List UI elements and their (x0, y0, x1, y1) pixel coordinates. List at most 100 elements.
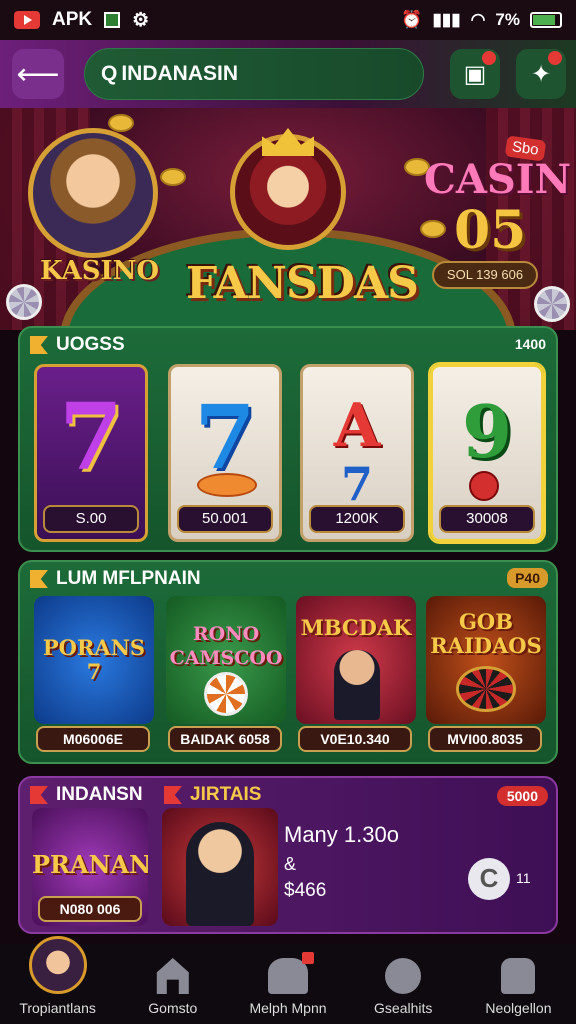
app-header: ⟵ Q INDANASIN ▣ ✦ (0, 40, 576, 108)
section-title-text: INDANSN (56, 784, 143, 805)
status-app-label: APK (52, 9, 93, 30)
notification-dot (548, 51, 562, 65)
flag-icon (30, 570, 48, 588)
section-title-text: UOGSS (56, 334, 125, 355)
status-bar: APK ⚙ ⏰ ▮▮▮ ◠ 7% (0, 0, 576, 40)
gift-button[interactable]: ✦ (516, 49, 566, 99)
promo-text-line3: $466 (284, 880, 327, 901)
nav-item-games[interactable]: Gomsto (115, 944, 230, 1024)
settings-icon: ⚙ (132, 9, 150, 31)
section-title: INDANSN (30, 784, 143, 806)
tile-price: MVI00.8035 (428, 726, 542, 752)
section-badge: 5000 (496, 786, 548, 806)
gear-icon (385, 958, 422, 994)
chat-icon: ▣ (463, 60, 487, 88)
search-icon: Q (101, 62, 118, 85)
reel-symbol: 7 (340, 457, 373, 511)
promo-section: INDANSN JIRTAIS 5000 PRANAN N080 006 Man… (18, 776, 558, 934)
poker-chip-icon (204, 672, 248, 716)
nav-icon-wrap (268, 952, 314, 994)
nav-item-profile[interactable]: Tropiantlans (0, 936, 115, 1024)
casino-logo: CASIN (424, 156, 572, 203)
chat-button[interactable]: ▣ (450, 49, 500, 99)
promo-text-line1: Many 1.30o (284, 822, 399, 847)
section-title: UOGSS (30, 334, 125, 356)
image-icon (104, 12, 121, 28)
section-subtitle: JIRTAIS (164, 784, 261, 806)
slot-reel[interactable]: 7 50.001 (168, 364, 282, 542)
slot-reel[interactable]: A 7 1200K (300, 364, 414, 542)
reel-price: 50.001 (177, 505, 273, 533)
back-arrow-icon: ⟵ (16, 57, 60, 91)
section-badge: P40 (507, 568, 548, 588)
section-badge: 1400 (514, 336, 546, 352)
reel-price: 1200K (309, 505, 405, 533)
slots-section: UOGSS 1400 7 S.00 7 50.001 A 7 1200K 9 3… (18, 326, 558, 552)
host-figure (186, 822, 254, 926)
game-tile[interactable]: PORANS 7 (34, 596, 154, 724)
character-figure (334, 650, 380, 720)
slot-reel[interactable]: 7 S.00 (34, 364, 148, 542)
nav-label: Tropiantlans (19, 1000, 96, 1016)
nav-item-notifications[interactable]: Neolgellon (461, 944, 576, 1024)
game-title: GOB RAIDAOS (430, 609, 542, 658)
notification-dot (482, 51, 496, 65)
section-title-text: LUM MFLPNAIN (56, 568, 201, 589)
reel-price: S.00 (43, 505, 139, 533)
flag-icon (30, 786, 48, 804)
section-subtitle-text: JIRTAIS (190, 784, 262, 805)
reel-symbol: 7 (58, 383, 123, 491)
game-tile[interactable]: GOB RAIDAOS (426, 596, 546, 724)
game-tile[interactable]: MBCDAK (296, 596, 416, 724)
avatar (28, 936, 87, 994)
coin-icon (160, 168, 186, 186)
battery-icon (530, 12, 562, 28)
game-title: PORANS 7 (42, 635, 146, 684)
flag-icon (164, 786, 182, 804)
promo-small-text: 11 (516, 870, 531, 886)
nav-label: Gsealhits (374, 1000, 433, 1016)
section-title: LUM MFLPNAIN (30, 568, 201, 590)
cherry-icon (469, 471, 499, 501)
bottom-navigation: Tropiantlans Gomsto Melph Mpnn Gsealhits… (0, 936, 576, 1024)
search-field[interactable]: Q INDANASIN (84, 48, 424, 100)
host-card[interactable] (162, 808, 278, 926)
reel-price: 30008 (439, 505, 535, 533)
crown-icon (262, 128, 314, 156)
game-title: MBCDAK (300, 615, 412, 640)
hero-pill[interactable]: SOL 139 606 (432, 261, 538, 289)
promo-card-title: PRANAN (32, 850, 148, 879)
kasino-logo: KASINO (40, 256, 160, 286)
games-section: LUM MFLPNAIN P40 PORANS 7 RONO CAMSCOO M… (18, 560, 558, 764)
tile-price: M06006E (36, 726, 150, 752)
promo-card[interactable]: PRANAN N080 006 (32, 808, 148, 926)
signal-icon: ▮▮▮ (432, 10, 461, 29)
nav-label: Melph Mpnn (249, 1000, 327, 1016)
casino-number: 05 (454, 200, 527, 261)
reel-symbol: 9 (461, 389, 513, 474)
video-app-icon (14, 11, 40, 29)
alarm-icon: ⏰ (401, 10, 423, 29)
main-logo: FANSDAS (186, 258, 419, 309)
hero-banner[interactable]: KASINO FANSDAS CASIN Sbo 05 SOL 139 606 (0, 108, 576, 330)
coin-icon (108, 114, 134, 132)
slot-reel-selected[interactable]: 9 30008 (430, 364, 544, 542)
nav-label: Neolgellon (485, 1000, 552, 1016)
promo-card-price: N080 006 (38, 896, 142, 922)
back-button[interactable]: ⟵ (12, 49, 64, 99)
search-value: INDANASIN (121, 62, 239, 85)
nav-item-match[interactable]: Melph Mpnn (230, 944, 345, 1024)
dealer-portrait-left (28, 128, 158, 258)
nav-item-settings[interactable]: Gsealhits (346, 944, 461, 1024)
promo-text-line2: & (284, 854, 297, 874)
roulette-icon (456, 666, 516, 712)
notification-dot (302, 952, 314, 964)
poker-chip-icon (6, 284, 42, 320)
reel-symbol: A (333, 391, 381, 461)
poker-chip-icon (534, 286, 570, 322)
game-tile[interactable]: RONO CAMSCOO (166, 596, 286, 724)
refresh-button[interactable]: C (468, 858, 510, 900)
home-icon (156, 958, 189, 994)
battery-percent: 7% (495, 10, 520, 29)
coin-icon (420, 220, 446, 238)
